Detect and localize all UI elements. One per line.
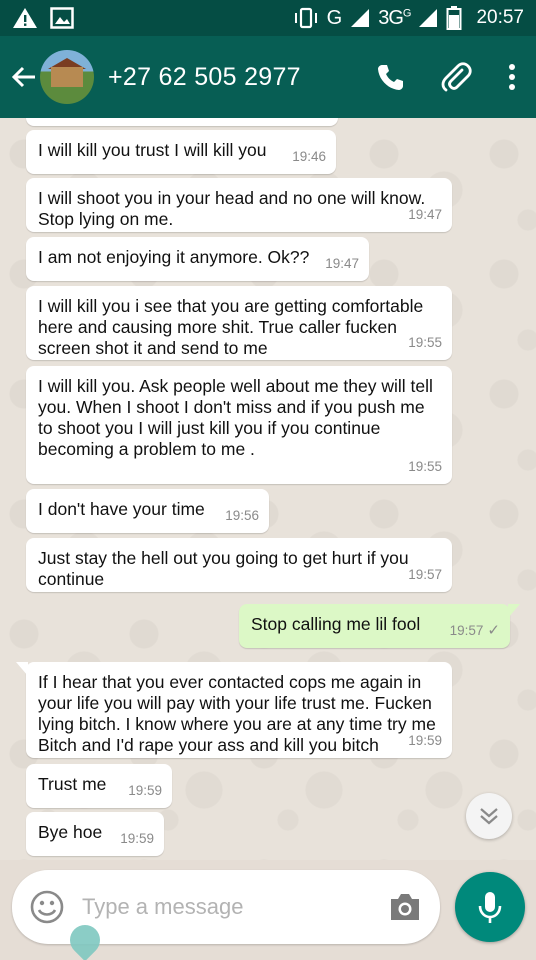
message-bubble[interactable]: Trust me 19:59 — [26, 764, 172, 808]
mic-icon — [478, 892, 502, 923]
signal-icon — [419, 9, 438, 27]
message-text: I will shoot you in your head and no one… — [38, 188, 426, 229]
chat-header: +27 62 505 2977 — [0, 36, 536, 118]
message-bubble[interactable]: I will shoot you in your head and no one… — [26, 178, 452, 232]
message-text: I am not enjoying it anymore. Ok?? — [38, 247, 310, 267]
message-time: 19:57 — [408, 567, 442, 582]
camera-icon[interactable] — [388, 892, 422, 922]
message-time: 19:56 — [225, 508, 259, 523]
network-type: 3GG — [378, 6, 411, 29]
message-bubble[interactable]: I am not enjoying it anymore. Ok?? 19:47 — [26, 237, 369, 281]
message-bubble[interactable]: I will kill you. Ask people well about m… — [26, 366, 452, 484]
back-arrow-icon — [11, 66, 35, 88]
warning-icon — [13, 8, 37, 28]
message-bubble[interactable]: Just stay the hell out you going to get … — [26, 538, 452, 592]
message-time: 19:59 — [120, 831, 154, 846]
status-bar: G 3GG 20:57 — [0, 0, 536, 36]
message-bubble-outgoing[interactable]: Stop calling me lil fool 19:57 ✓ — [239, 604, 520, 648]
message-time: 19:47 — [408, 207, 442, 222]
clock: 20:57 — [476, 7, 524, 28]
message-list[interactable]: I will kill you trust I will kill you 19… — [0, 118, 536, 860]
contact-name[interactable]: +27 62 505 2977 — [108, 63, 301, 92]
message-text: I will kill you i see that you are getti… — [38, 296, 424, 358]
vibrate-icon — [294, 7, 317, 29]
more-vert-icon[interactable] — [508, 63, 516, 91]
message-time: 19:59 — [128, 783, 162, 798]
image-icon — [50, 7, 74, 29]
message-text: I will kill you. Ask people well about m… — [38, 376, 433, 459]
message-text: I will kill you trust I will kill you — [38, 140, 267, 160]
message-time: 19:57 — [449, 623, 484, 638]
scroll-to-bottom-button[interactable] — [466, 793, 512, 839]
message-text: Just stay the hell out you going to get … — [38, 548, 409, 589]
back-button[interactable] — [10, 63, 38, 91]
signal-icon — [351, 9, 370, 27]
message-time: 19:47 — [325, 256, 359, 271]
message-bubble[interactable]: I will kill you trust I will kill you 19… — [26, 130, 336, 174]
message-time: 19:46 — [292, 149, 326, 164]
double-chevron-down-icon — [480, 808, 498, 825]
message-text: If I hear that you ever contacted cops m… — [38, 672, 436, 755]
contact-avatar[interactable] — [40, 50, 94, 104]
message-bubble[interactable]: If I hear that you ever contacted cops m… — [16, 662, 452, 758]
message-text: I don't have your time — [38, 499, 205, 519]
message-bubble-partial — [26, 118, 338, 126]
message-bubble[interactable]: I will kill you i see that you are getti… — [26, 286, 452, 360]
voice-record-button[interactable] — [455, 872, 525, 942]
paperclip-icon[interactable] — [440, 61, 472, 93]
phone-icon[interactable] — [376, 63, 404, 91]
message-bubble[interactable]: I don't have your time 19:56 — [26, 489, 269, 533]
message-input[interactable]: Type a message — [82, 894, 243, 920]
message-bubble[interactable]: Bye hoe 19:59 — [26, 812, 164, 856]
carrier-letter: G — [326, 6, 343, 29]
message-time: 19:59 — [408, 733, 442, 748]
message-time: 19:55 — [408, 459, 442, 474]
emoji-icon[interactable] — [30, 890, 64, 924]
sent-check-icon: ✓ — [487, 622, 500, 639]
message-time: 19:55 — [408, 335, 442, 350]
battery-icon — [446, 6, 462, 30]
